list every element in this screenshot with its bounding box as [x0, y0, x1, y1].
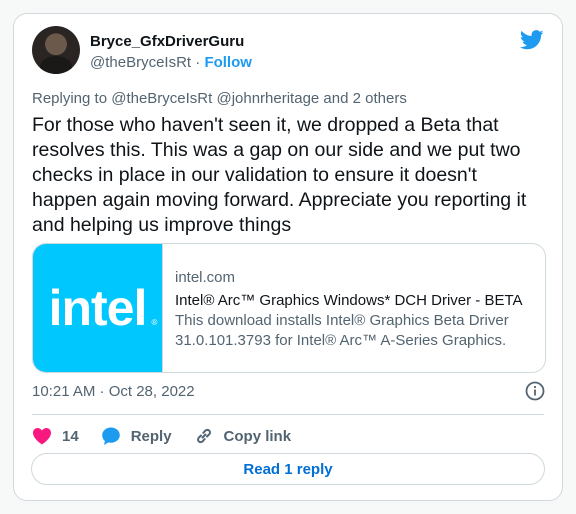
author-handle[interactable]: @theBryceIsRt — [90, 54, 191, 71]
intel-logo: intel ® — [48, 280, 158, 336]
separator-dot: · — [195, 54, 201, 71]
link-title: Intel® Arc™ Graphics Windows* DCH Driver… — [175, 292, 523, 309]
reply-label: Reply — [130, 427, 172, 445]
divider — [32, 414, 544, 415]
info-icon[interactable] — [524, 380, 546, 402]
intel-logo-thumbnail: intel ® — [33, 244, 162, 372]
copy-link-button[interactable]: Copy link — [194, 426, 292, 446]
link-description: This download installs Intel® Graphics B… — [175, 312, 509, 349]
link-domain: intel.com — [175, 269, 236, 286]
link-info: intel.com Intel® Arc™ Graphics Windows* … — [162, 244, 545, 372]
twitter-bird-icon[interactable] — [520, 30, 544, 50]
copy-link-label: Copy link — [223, 427, 292, 445]
follow-button[interactable]: Follow — [204, 54, 252, 71]
avatar[interactable] — [32, 26, 80, 74]
like-button[interactable]: 14 — [32, 427, 79, 445]
tweet-text: For those who haven't seen it, we droppe… — [32, 114, 527, 236]
author-handle-row: @theBryceIsRt · Follow — [90, 54, 252, 71]
action-bar: 14 Reply Copy link — [32, 426, 313, 446]
reply-context[interactable]: Replying to @theBryceIsRt @johnrheritage… — [32, 90, 407, 107]
heart-icon — [33, 428, 51, 445]
tweet-card: Bryce_GfxDriverGuru @theBryceIsRt · Foll… — [13, 13, 563, 501]
read-reply-button[interactable]: Read 1 reply — [31, 453, 545, 485]
reply-bubble-icon — [101, 427, 120, 445]
link-icon — [196, 428, 211, 444]
link-preview-card[interactable]: intel ® intel.com Intel® Arc™ Graphics Wi… — [32, 243, 546, 373]
like-count: 14 — [62, 427, 79, 445]
reply-button[interactable]: Reply — [101, 426, 172, 446]
author-display-name[interactable]: Bryce_GfxDriverGuru — [90, 33, 244, 50]
tweet-timestamp[interactable]: 10:21 AM · Oct 28, 2022 — [32, 383, 195, 400]
